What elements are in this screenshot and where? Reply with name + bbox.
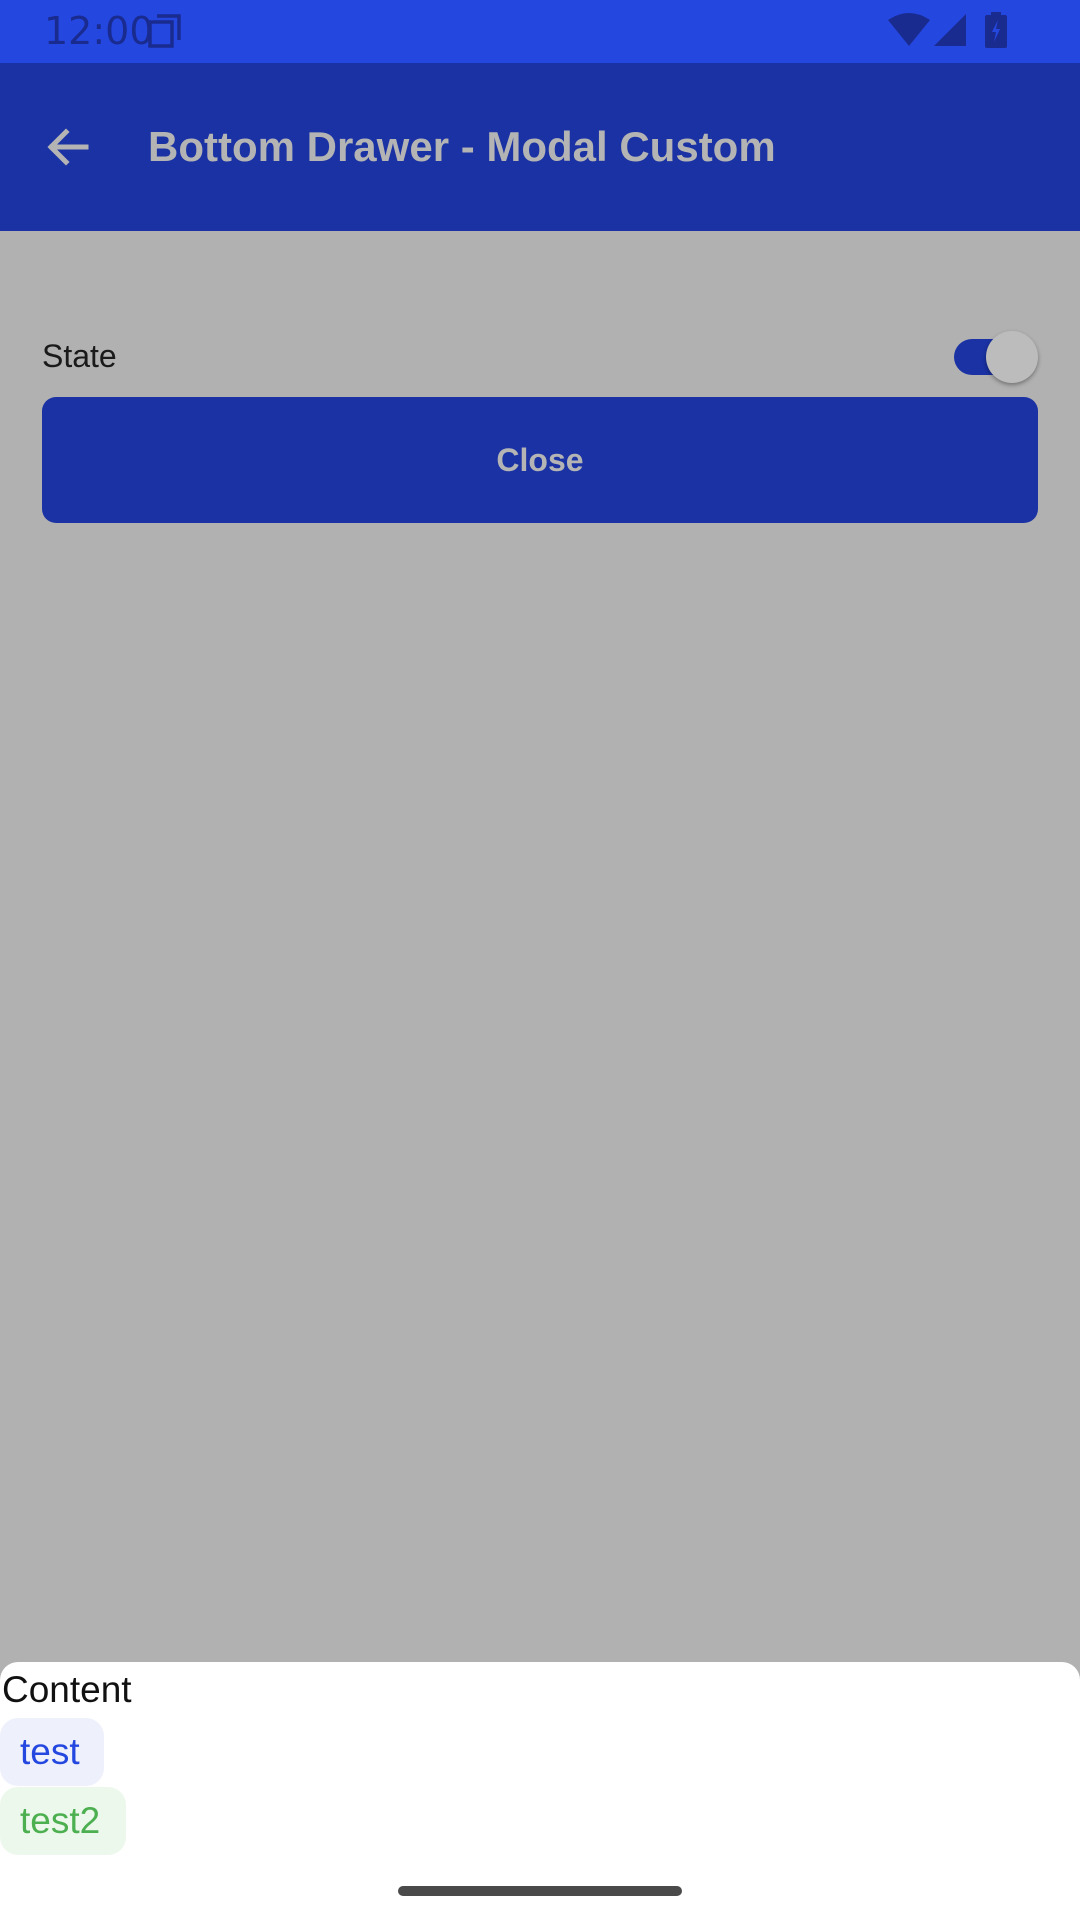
toggle-thumb — [986, 331, 1038, 383]
state-toggle[interactable] — [952, 331, 1040, 383]
drawer-item-test[interactable]: test — [0, 1718, 104, 1786]
state-label: State — [42, 338, 117, 374]
home-gesture-handle[interactable] — [398, 1886, 682, 1896]
signal-icon — [934, 14, 966, 46]
status-time: 12:00 — [44, 9, 154, 53]
screenshot-icon — [148, 14, 181, 48]
bottom-drawer: Content test test2 — [0, 1662, 1080, 1856]
page-title: Bottom Drawer - Modal Custom — [148, 123, 776, 170]
navigation-bar — [0, 1856, 1080, 1920]
app-bar: Bottom Drawer - Modal Custom — [0, 63, 1080, 231]
drawer-item-test2[interactable]: test2 — [0, 1787, 126, 1855]
wifi-icon — [888, 13, 930, 46]
status-bar: 12:00 — [0, 0, 1080, 63]
back-arrow-icon[interactable] — [44, 123, 92, 171]
drawer-title: Content — [2, 1669, 132, 1710]
battery-charging-icon — [985, 12, 1007, 48]
close-button[interactable]: Close — [42, 397, 1038, 523]
